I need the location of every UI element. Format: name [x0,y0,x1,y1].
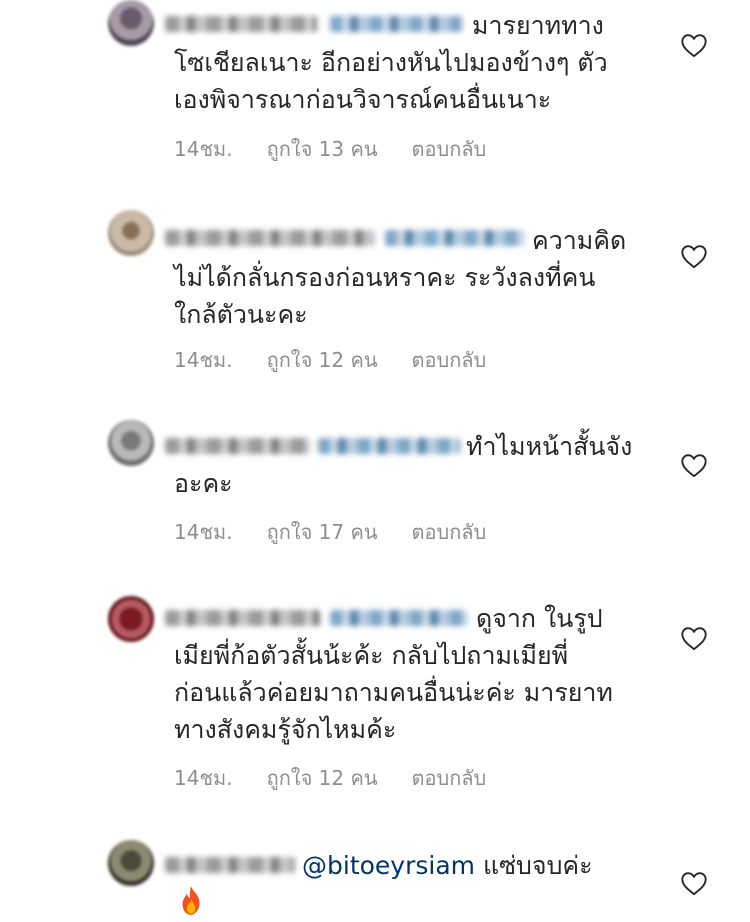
reply-button[interactable]: ตอบกลับ [412,762,487,794]
heart-outline-icon[interactable] [680,243,708,269]
timestamp: 14ชม. [174,348,233,372]
comment-meta: 14ชม. ถูกใจ 12 คน ตอบกลับ [174,762,486,794]
comment-text: ความคิด ไม่ได้กลั่นกรองก่อนหราคะ ระวังลง… [174,226,627,329]
avatar[interactable] [108,210,154,256]
likes-count[interactable]: ถูกใจ 12 คน [267,762,378,794]
avatar[interactable] [108,420,154,466]
likes-count[interactable]: ถูกใจ 13 คน [267,133,378,165]
likes-count[interactable]: ถูกใจ 12 คน [267,344,378,376]
comment-text: ดูจาก ในรูป เมียพี่ก้อตัวสั้นน้ะค้ะ กลับ… [174,604,613,744]
reply-button[interactable]: ตอบกลับ [412,516,487,548]
reply-button[interactable]: ตอบกลับ [412,133,487,165]
heart-outline-icon[interactable] [680,452,708,478]
avatar[interactable] [108,840,154,886]
mention-link[interactable]: @bitoeyrsiam [302,851,475,880]
comment-meta: 14ชม. ถูกใจ 12 คน ตอบกลับ [174,344,486,376]
comment-text: มารยาททาง โซเชียลเนาะ อีกอย่างหันไปมองข้… [174,11,608,114]
timestamp: 14ชม. [174,766,233,790]
comment-text: ทำไมหน้าสั้นจัง อะคะ [174,432,633,498]
reply-button[interactable]: ตอบกลับ [412,344,487,376]
heart-outline-icon[interactable] [680,625,708,651]
avatar[interactable] [108,0,154,46]
heart-outline-icon[interactable] [680,870,708,896]
comment-text: @bitoeyrsiam แซ่บจบค่ะ [302,851,593,880]
avatar[interactable] [108,596,154,642]
timestamp: 14ชม. [174,137,233,161]
comment-meta: 14ชม. ถูกใจ 13 คน ตอบกลับ [174,133,486,165]
timestamp: 14ชม. [174,520,233,544]
heart-outline-icon[interactable] [680,32,708,58]
comment-meta: 14ชม. ถูกใจ 17 คน ตอบกลับ [174,516,486,548]
likes-count[interactable]: ถูกใจ 17 คน [267,516,378,548]
fire-emoji-icon [182,886,200,915]
